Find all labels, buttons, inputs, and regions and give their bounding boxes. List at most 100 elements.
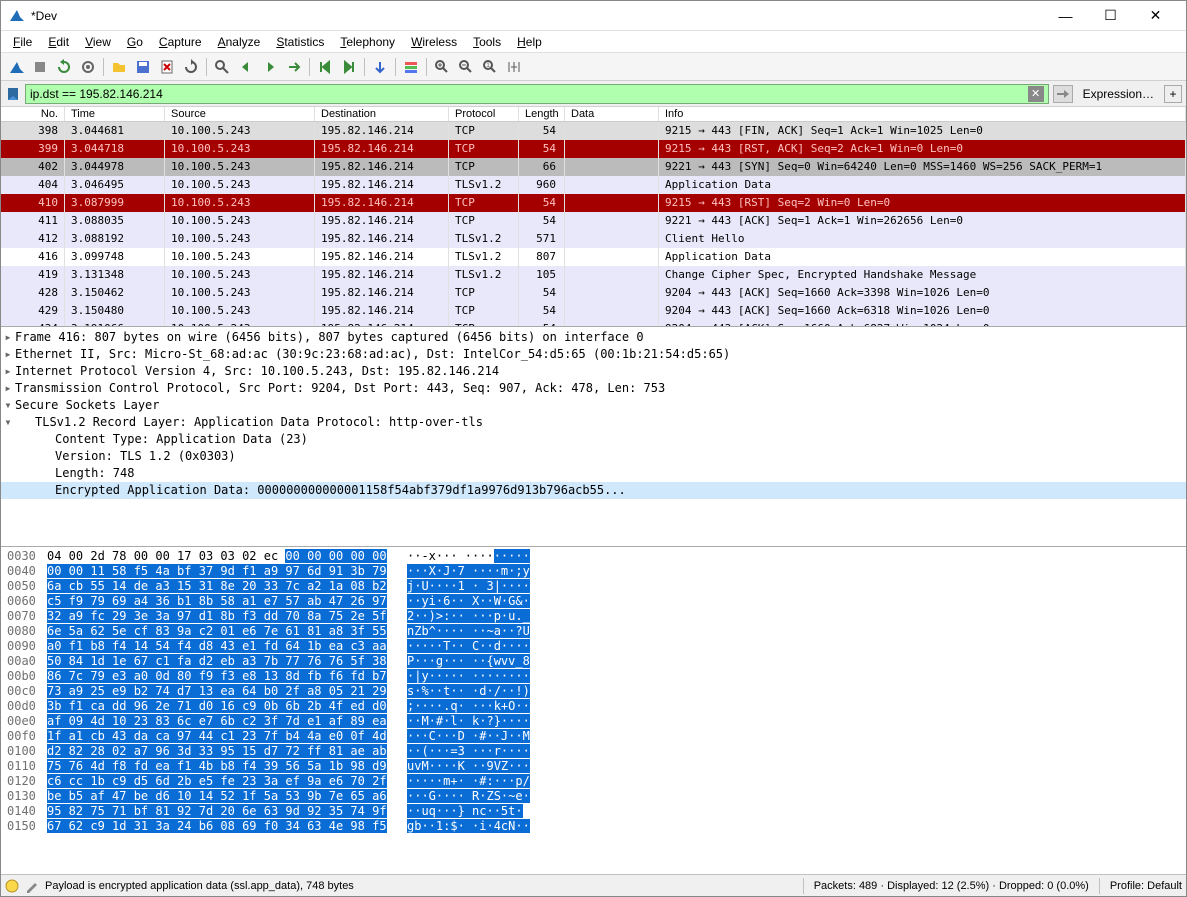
jump-button[interactable] <box>283 56 305 78</box>
col-header-no[interactable]: No. <box>1 107 65 121</box>
menu-tools[interactable]: Tools <box>465 33 509 51</box>
auto-scroll-button[interactable] <box>369 56 391 78</box>
goto-first-button[interactable] <box>314 56 336 78</box>
hex-row[interactable]: 015067 62 c9 1d 31 3a 24 b6 08 69 f0 34 … <box>7 819 1180 834</box>
stop-button[interactable] <box>29 56 51 78</box>
close-button[interactable]: ✕ <box>1133 1 1178 30</box>
packet-row[interactable]: 3993.04471810.100.5.243195.82.146.214TCP… <box>1 140 1186 158</box>
detail-row[interactable]: Version: TLS 1.2 (0x0303) <box>1 448 1186 465</box>
hex-row[interactable]: 0090a0 f1 b8 f4 14 54 f4 d8 43 e1 fd 64 … <box>7 639 1180 654</box>
packet-details-pane[interactable]: ▸Frame 416: 807 bytes on wire (6456 bits… <box>1 327 1186 547</box>
tree-toggle-icon[interactable]: ▾ <box>1 397 15 414</box>
menu-capture[interactable]: Capture <box>151 33 210 51</box>
col-header-source[interactable]: Source <box>165 107 315 121</box>
packet-row[interactable]: 4193.13134810.100.5.243195.82.146.214TLS… <box>1 266 1186 284</box>
packet-row[interactable]: 4293.15048010.100.5.243195.82.146.214TCP… <box>1 302 1186 320</box>
hex-row[interactable]: 011075 76 4d f8 fd ea f1 4b b8 f4 39 56 … <box>7 759 1180 774</box>
detail-row[interactable]: ▸Internet Protocol Version 4, Src: 10.10… <box>1 363 1186 380</box>
maximize-button[interactable]: ☐ <box>1088 1 1133 30</box>
hex-row[interactable]: 0100d2 82 28 02 a7 96 3d 33 95 15 d7 72 … <box>7 744 1180 759</box>
goto-last-button[interactable] <box>338 56 360 78</box>
tree-toggle-icon[interactable]: ▸ <box>1 363 15 380</box>
tree-toggle-icon[interactable]: ▾ <box>1 414 15 431</box>
hex-row[interactable]: 00806e 5a 62 5e cf 83 9a c2 01 e6 7e 61 … <box>7 624 1180 639</box>
packet-row[interactable]: 3983.04468110.100.5.243195.82.146.214TCP… <box>1 122 1186 140</box>
menu-edit[interactable]: Edit <box>40 33 77 51</box>
reload-button[interactable] <box>180 56 202 78</box>
packet-row[interactable]: 4123.08819210.100.5.243195.82.146.214TLS… <box>1 230 1186 248</box>
col-header-length[interactable]: Length <box>519 107 565 121</box>
detail-row[interactable]: ▸Ethernet II, Src: Micro-St_68:ad:ac (30… <box>1 346 1186 363</box>
hex-row[interactable]: 00c073 a9 25 e9 b2 74 d7 13 ea 64 b0 2f … <box>7 684 1180 699</box>
col-header-destination[interactable]: Destination <box>315 107 449 121</box>
col-header-data[interactable]: Data <box>565 107 659 121</box>
forward-button[interactable] <box>259 56 281 78</box>
options-button[interactable] <box>77 56 99 78</box>
back-button[interactable] <box>235 56 257 78</box>
hex-row[interactable]: 00e0af 09 4d 10 23 83 6c e7 6b c2 3f 7d … <box>7 714 1180 729</box>
hex-row[interactable]: 00506a cb 55 14 de a3 15 31 8e 20 33 7c … <box>7 579 1180 594</box>
filter-clear-button[interactable]: ✕ <box>1028 86 1044 102</box>
menu-go[interactable]: Go <box>119 33 151 51</box>
minimize-button[interactable]: — <box>1043 1 1088 30</box>
tree-toggle-icon[interactable]: ▸ <box>1 346 15 363</box>
detail-row[interactable]: Length: 748 <box>1 465 1186 482</box>
packet-row[interactable]: 4283.15046210.100.5.243195.82.146.214TCP… <box>1 284 1186 302</box>
packet-row[interactable]: 4163.09974810.100.5.243195.82.146.214TLS… <box>1 248 1186 266</box>
packet-row[interactable]: 4023.04497810.100.5.243195.82.146.214TCP… <box>1 158 1186 176</box>
detail-row[interactable]: ▸Frame 416: 807 bytes on wire (6456 bits… <box>1 329 1186 346</box>
zoom-reset-button[interactable]: 1 <box>479 56 501 78</box>
detail-row[interactable]: Content Type: Application Data (23) <box>1 431 1186 448</box>
packet-row[interactable]: 4343.19106610.100.5.243195.82.146.214TCP… <box>1 320 1186 327</box>
menu-analyze[interactable]: Analyze <box>210 33 269 51</box>
zoom-out-button[interactable] <box>455 56 477 78</box>
hex-row[interactable]: 00b086 7c 79 e3 a0 0d 80 f9 f3 e8 13 8d … <box>7 669 1180 684</box>
packet-list-pane[interactable]: No.TimeSourceDestinationProtocolLengthDa… <box>1 107 1186 327</box>
tree-toggle-icon[interactable]: ▸ <box>1 380 15 397</box>
packet-row[interactable]: 4103.08799910.100.5.243195.82.146.214TCP… <box>1 194 1186 212</box>
colorize-button[interactable] <box>400 56 422 78</box>
detail-row[interactable]: Encrypted Application Data: 000000000000… <box>1 482 1186 499</box>
display-filter-input[interactable] <box>30 87 1024 101</box>
col-header-info[interactable]: Info <box>659 107 1186 121</box>
hex-row[interactable]: 003004 00 2d 78 00 00 17 03 03 02 ec 00 … <box>7 549 1180 564</box>
edit-capture-icon[interactable] <box>25 879 39 893</box>
hex-row[interactable]: 00a050 84 1d 1e 67 c1 fa d2 eb a3 7b 77 … <box>7 654 1180 669</box>
hex-row[interactable]: 0060c5 f9 79 69 a4 36 b1 8b 58 a1 e7 57 … <box>7 594 1180 609</box>
hex-dump-pane[interactable]: 003004 00 2d 78 00 00 17 03 03 02 ec 00 … <box>1 547 1186 874</box>
restart-button[interactable] <box>53 56 75 78</box>
expression-button[interactable]: Expression… <box>1077 87 1160 101</box>
menu-telephony[interactable]: Telephony <box>332 33 403 51</box>
open-folder-button[interactable] <box>108 56 130 78</box>
col-header-time[interactable]: Time <box>65 107 165 121</box>
hex-row[interactable]: 00d03b f1 ca dd 96 2e 71 d0 16 c9 0b 6b … <box>7 699 1180 714</box>
filter-add-button[interactable]: + <box>1164 85 1182 103</box>
close-doc-button[interactable] <box>156 56 178 78</box>
menu-wireless[interactable]: Wireless <box>403 33 465 51</box>
find-button[interactable] <box>211 56 233 78</box>
resize-cols-button[interactable] <box>503 56 525 78</box>
hex-row[interactable]: 0130be b5 af 47 be d6 10 14 52 1f 5a 53 … <box>7 789 1180 804</box>
menu-view[interactable]: View <box>77 33 119 51</box>
menu-file[interactable]: File <box>5 33 40 51</box>
tree-toggle-icon[interactable]: ▸ <box>1 329 15 346</box>
hex-row[interactable]: 0120c6 cc 1b c9 d5 6d 2b e5 fe 23 3a ef … <box>7 774 1180 789</box>
filter-apply-button[interactable] <box>1053 85 1073 103</box>
detail-row[interactable]: ▾TLSv1.2 Record Layer: Application Data … <box>1 414 1186 431</box>
menu-help[interactable]: Help <box>509 33 550 51</box>
packet-row[interactable]: 4043.04649510.100.5.243195.82.146.214TLS… <box>1 176 1186 194</box>
detail-row[interactable]: ▾Secure Sockets Layer <box>1 397 1186 414</box>
hex-row[interactable]: 004000 00 11 58 f5 4a bf 37 9d f1 a9 97 … <box>7 564 1180 579</box>
hex-row[interactable]: 007032 a9 fc 29 3e 3a 97 d1 8b f3 dd 70 … <box>7 609 1180 624</box>
zoom-in-button[interactable] <box>431 56 453 78</box>
detail-row[interactable]: ▸Transmission Control Protocol, Src Port… <box>1 380 1186 397</box>
hex-row[interactable]: 014095 82 75 71 bf 81 92 7d 20 6e 63 9d … <box>7 804 1180 819</box>
save-button[interactable] <box>132 56 154 78</box>
hex-row[interactable]: 00f01f a1 cb 43 da ca 97 44 c1 23 7f b4 … <box>7 729 1180 744</box>
expert-info-icon[interactable] <box>5 879 19 893</box>
packet-row[interactable]: 4113.08803510.100.5.243195.82.146.214TCP… <box>1 212 1186 230</box>
menu-statistics[interactable]: Statistics <box>268 33 332 51</box>
shark-fin-button[interactable] <box>5 56 27 78</box>
filter-bookmark-icon[interactable] <box>5 86 21 102</box>
col-header-protocol[interactable]: Protocol <box>449 107 519 121</box>
